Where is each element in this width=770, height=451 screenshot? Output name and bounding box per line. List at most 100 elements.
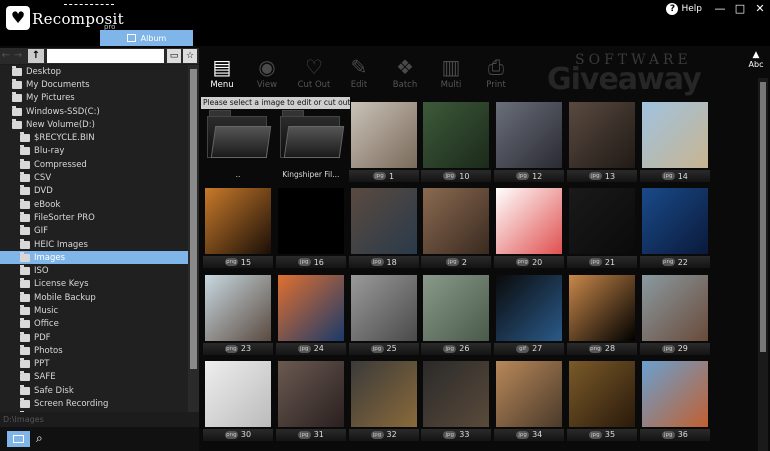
tree-item[interactable]: Music xyxy=(0,304,188,317)
image-thumbnail[interactable]: jpg 35 xyxy=(567,359,637,444)
tree-item[interactable]: Mobile Backup xyxy=(0,291,188,304)
folder-label: .. xyxy=(235,170,241,179)
image-thumbnail[interactable]: png 22 xyxy=(639,186,710,271)
tree-item[interactable]: Compressed xyxy=(0,158,188,171)
tree-item[interactable]: DVD xyxy=(0,185,188,198)
thumbnail-image xyxy=(569,360,635,427)
tree-item[interactable]: Images xyxy=(0,251,188,265)
folder-item[interactable]: .. xyxy=(203,100,273,185)
minimize-button[interactable]: — xyxy=(710,0,730,18)
tree-item[interactable]: ISO xyxy=(0,264,188,277)
sort-button[interactable]: ▲ Abc xyxy=(745,50,767,72)
heart-cut-icon: ♡ xyxy=(305,55,323,79)
toolbar-cut-out-button[interactable]: ♡ Cut Out xyxy=(292,54,336,90)
grid-scrollbar[interactable] xyxy=(758,78,768,451)
maximize-button[interactable]: □ xyxy=(730,0,750,18)
image-thumbnail[interactable]: png 20 xyxy=(494,186,565,271)
image-thumbnail[interactable]: jpg 36 xyxy=(639,359,710,444)
tree-item[interactable]: FileSorter PRO xyxy=(0,211,188,224)
toolbar-multi-button[interactable]: ▥ Multi xyxy=(429,54,473,90)
folder-item[interactable]: Kingshiper Fil... xyxy=(276,100,346,185)
close-button[interactable]: ✕ xyxy=(750,0,770,18)
image-thumbnail[interactable]: jpg 34 xyxy=(494,359,565,444)
tree-item[interactable]: Screen Recording xyxy=(0,397,188,410)
grid-icon xyxy=(126,34,136,42)
image-thumbnail[interactable]: png 15 xyxy=(203,186,273,271)
tree-item[interactable]: Photos xyxy=(0,344,188,357)
image-thumbnail[interactable]: jpg 13 xyxy=(567,100,637,185)
tree-item[interactable]: My Pictures xyxy=(0,92,188,105)
tree-item[interactable]: License Keys xyxy=(0,278,188,291)
image-thumbnail[interactable]: jpg 18 xyxy=(348,186,419,271)
help-button[interactable]: ? Help xyxy=(658,3,710,15)
toolbar-view-button[interactable]: ◉ View xyxy=(245,54,289,90)
file-name: 26 xyxy=(459,344,470,354)
toolbar-menu-button[interactable]: ▤ Menu xyxy=(200,54,244,90)
image-thumbnail[interactable]: jpg 31 xyxy=(275,359,346,444)
file-type-badge: jpg xyxy=(373,172,387,180)
thumbnail-caption: jpg 29 xyxy=(639,342,710,355)
favorite-star-icon[interactable]: ☆ xyxy=(183,49,197,63)
album-view-button[interactable] xyxy=(7,431,30,447)
file-name: 16 xyxy=(313,257,324,267)
image-thumbnail[interactable]: jpg 2 xyxy=(421,186,492,271)
toolbar-batch-button[interactable]: ❖ Batch xyxy=(383,54,427,90)
image-thumbnail[interactable]: jpg 14 xyxy=(639,100,710,185)
tree-item[interactable]: GIF xyxy=(0,225,188,238)
tree-item-label: Blu-ray xyxy=(34,146,65,157)
image-thumbnail[interactable]: jpg 32 xyxy=(348,359,419,444)
image-grid: .. Kingshiper Fil... jpg 1 jpg 10 jpg 12 jpg 13 jp… xyxy=(200,100,757,451)
image-thumbnail[interactable]: jpg 21 xyxy=(567,186,637,271)
toolbar-edit-button[interactable]: ✎ Edit xyxy=(337,54,381,90)
tree-item[interactable]: $RECYCLE.BIN xyxy=(0,131,188,144)
tree-item[interactable]: Windows-SSD(C:) xyxy=(0,105,188,118)
image-thumbnail[interactable]: jpg 1 xyxy=(348,100,419,185)
image-thumbnail[interactable]: jpg 16 xyxy=(275,186,346,271)
album-tab[interactable]: Album xyxy=(100,30,193,46)
image-thumbnail[interactable]: png 30 xyxy=(203,359,273,444)
toolbar-print-button[interactable]: ⎙ Print xyxy=(474,54,518,90)
file-type-badge: png xyxy=(661,258,675,267)
tree-item[interactable]: New Volume(D:) xyxy=(0,118,188,131)
folder-tree-scrollbar[interactable] xyxy=(188,65,199,412)
file-name: 24 xyxy=(313,344,324,354)
search-icon[interactable]: ⌕ xyxy=(36,431,50,445)
thumbnail-caption: jpg 25 xyxy=(348,342,419,355)
image-thumbnail[interactable]: png 23 xyxy=(203,273,273,358)
scroll-thumb[interactable] xyxy=(190,69,197,369)
path-input[interactable] xyxy=(47,49,164,63)
image-thumbnail[interactable]: gif 27 xyxy=(494,273,565,358)
thumbnail-caption: png 15 xyxy=(203,256,273,269)
tree-item[interactable]: My Documents xyxy=(0,78,188,91)
tree-item[interactable]: PPT xyxy=(0,358,188,371)
menu-icon: ▤ xyxy=(212,55,232,79)
tree-item[interactable]: PDF xyxy=(0,331,188,344)
image-thumbnail[interactable]: jpg 24 xyxy=(275,273,346,358)
tree-item[interactable]: Desktop xyxy=(0,65,188,78)
new-folder-icon[interactable]: ▭ xyxy=(167,49,181,63)
tree-item[interactable]: Blu-ray xyxy=(0,145,188,158)
back-arrow-icon[interactable]: ← xyxy=(0,49,12,63)
image-thumbnail[interactable]: jpg 26 xyxy=(421,273,492,358)
image-thumbnail[interactable]: jpg 12 xyxy=(494,100,565,185)
forward-arrow-icon[interactable]: → xyxy=(12,49,24,63)
tree-item[interactable]: HEIC Images xyxy=(0,238,188,251)
tree-item[interactable]: Office xyxy=(0,318,188,331)
tree-item[interactable]: CSV xyxy=(0,171,188,184)
image-thumbnail[interactable]: png 28 xyxy=(567,273,637,358)
thumbnail-image xyxy=(205,360,271,427)
image-thumbnail[interactable]: jpg 10 xyxy=(421,100,492,185)
tree-item[interactable]: SAFE xyxy=(0,371,188,384)
image-thumbnail[interactable]: jpg 29 xyxy=(639,273,710,358)
thumbnail-caption: png 28 xyxy=(567,342,637,355)
file-name: 23 xyxy=(240,344,252,354)
tree-item[interactable]: Safe Disk xyxy=(0,384,188,397)
image-thumbnail[interactable]: jpg 33 xyxy=(421,359,492,444)
scroll-thumb[interactable] xyxy=(760,82,766,352)
image-thumbnail[interactable]: jpg 25 xyxy=(348,273,419,358)
file-name: 12 xyxy=(532,171,543,181)
up-folder-button[interactable]: ↑ xyxy=(28,49,44,63)
file-name: 2 xyxy=(461,257,467,267)
tree-item[interactable]: Software Files xyxy=(0,411,188,412)
tree-item[interactable]: eBook xyxy=(0,198,188,211)
